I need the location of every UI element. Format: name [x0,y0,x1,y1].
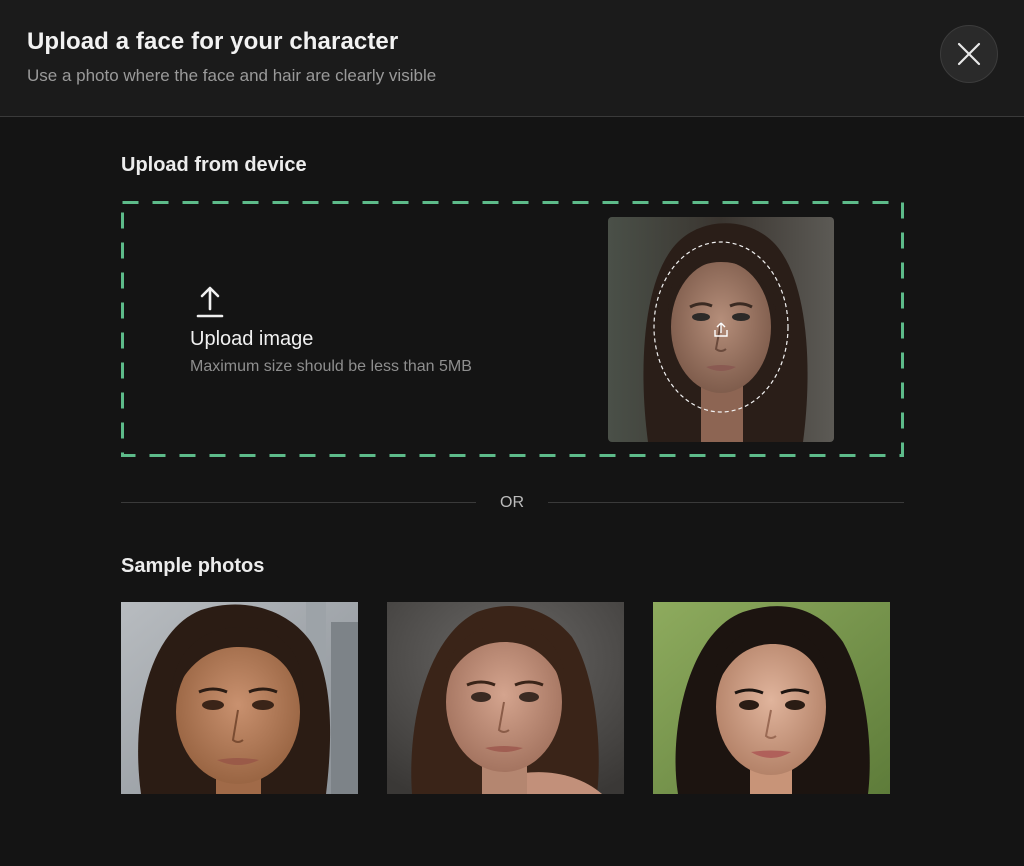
sample-photo-1[interactable] [121,602,358,794]
upload-image-label: Upload image [190,328,314,350]
sample-photo-3[interactable] [653,602,890,794]
divider-line-right [548,502,904,503]
or-divider-text: OR [500,494,524,511]
example-face-preview [608,217,834,442]
upload-icon [196,286,224,318]
modal-header: Upload a face for your character Use a p… [0,0,1024,117]
upload-section-label: Upload from device [121,154,307,176]
modal-subtitle: Use a photo where the face and hair are … [27,66,437,85]
example-face-photo [608,217,834,442]
upload-size-hint: Maximum size should be less than 5MB [190,358,472,375]
divider-line-left [121,502,476,503]
upload-face-modal: Upload a face for your character Use a p… [0,0,1024,866]
sample-photo-2[interactable] [387,602,624,794]
sample-photos-label: Sample photos [121,555,265,577]
modal-title: Upload a face for your character [27,28,399,55]
close-icon [957,42,981,66]
close-button[interactable] [940,25,998,83]
